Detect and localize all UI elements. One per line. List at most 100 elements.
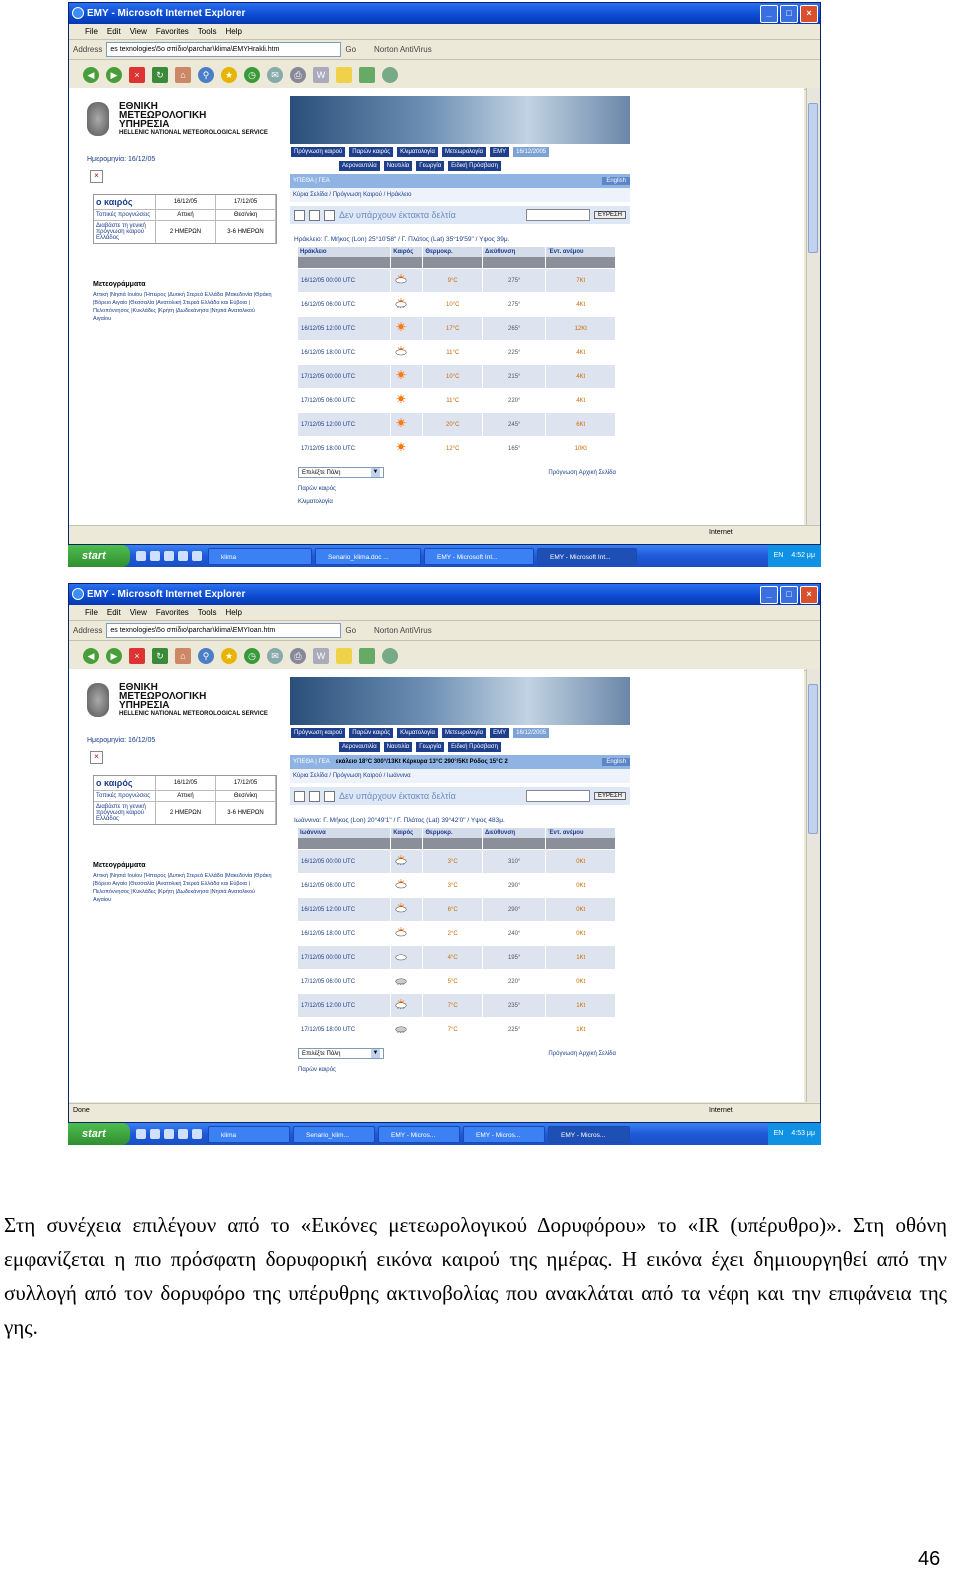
quicklaunch-icon[interactable] <box>192 1129 202 1139</box>
menu-view[interactable]: View <box>130 27 147 36</box>
menu-favorites[interactable]: Favorites <box>156 608 189 617</box>
menu-tools[interactable]: Tools <box>198 608 217 617</box>
scrollbar-thumb[interactable] <box>808 684 818 834</box>
nav-item[interactable]: Ειδική Πρόσβαση <box>447 741 502 753</box>
nav-item[interactable]: Κλιματολογία <box>396 727 439 739</box>
forecast-home-link[interactable]: Πρόγνωση Αρχική Σελίδα <box>548 470 616 476</box>
nav-item[interactable]: Ναυτιλία <box>382 160 414 172</box>
date-tab[interactable]: 16/12/05 <box>156 776 216 790</box>
thessaloniki-link[interactable]: Θεσ/νίκη <box>216 210 276 220</box>
breadcrumb[interactable]: Κύρια Σελίδα / Πρόγνωση Καιρού / Ηράκλει… <box>290 188 630 202</box>
city-select[interactable]: Επιλέξτε Πόλη ▼ <box>298 467 384 478</box>
maximize-button[interactable]: □ <box>780 586 798 604</box>
language-indicator[interactable]: EN <box>774 1123 784 1145</box>
date-tab[interactable]: 17/12/05 <box>216 776 276 790</box>
nav-item[interactable]: ΕΜΥ <box>489 727 511 739</box>
site-search-input[interactable] <box>525 790 590 802</box>
minimize-button[interactable]: _ <box>760 5 778 23</box>
start-button[interactable]: start <box>68 545 130 567</box>
print-icon[interactable]: ⎙ <box>290 66 306 83</box>
back-icon[interactable]: ◀ <box>83 647 99 664</box>
alert-icon[interactable] <box>294 790 305 802</box>
vertical-scrollbar[interactable] <box>806 669 820 1102</box>
forecast-home-link[interactable]: Πρόγνωση Αρχική Σελίδα <box>548 1051 616 1057</box>
menu-tools[interactable]: Tools <box>198 27 217 36</box>
menu-file[interactable]: File <box>85 27 98 36</box>
task-button[interactable]: ΕΜΥ - Micros... <box>548 1125 630 1143</box>
minimize-button[interactable]: _ <box>760 586 778 604</box>
info-icon[interactable] <box>324 209 335 221</box>
climatology-link[interactable]: Κλιματολογία <box>298 496 630 509</box>
history-icon[interactable]: ◷ <box>244 647 260 664</box>
task-button[interactable]: ΕΜΥ - Micros... <box>378 1125 460 1143</box>
nav-item[interactable]: Παρών καιρός <box>348 727 395 739</box>
task-button[interactable]: ΕΜΥ - Micros... <box>463 1125 545 1143</box>
meteograms-links[interactable]: Αττική |Νησιά Ιουίου |Ήπειρος |Δυτική Στ… <box>93 872 273 904</box>
language-indicator[interactable]: EN <box>774 545 784 567</box>
english-link[interactable]: English <box>602 758 630 766</box>
norton-label[interactable]: Norton AntiVirus <box>374 626 432 635</box>
address-input[interactable]: es texnologies\5o σπίδιο\parchar\klima\E… <box>106 42 342 57</box>
attiki-link[interactable]: Αττική <box>156 210 216 220</box>
menu-view[interactable]: View <box>130 608 147 617</box>
quicklaunch-icon[interactable] <box>178 551 188 561</box>
close-box-icon[interactable]: × <box>90 751 103 764</box>
close-button[interactable]: × <box>800 586 818 604</box>
menu-help[interactable]: Help <box>225 27 241 36</box>
ministry-link[interactable]: ΥΠΕΘΑ | ΓΕΑ <box>293 759 330 765</box>
english-link[interactable]: English <box>602 177 630 185</box>
quicklaunch-icon[interactable] <box>150 1129 160 1139</box>
start-button[interactable]: start <box>68 1123 130 1145</box>
search-icon[interactable]: ⚲ <box>198 66 214 83</box>
nav-item[interactable]: Ναυτιλία <box>382 741 414 753</box>
quicklaunch-icon[interactable] <box>164 551 174 561</box>
nav-item[interactable]: Γεωργία <box>415 741 446 753</box>
quicklaunch-icon[interactable] <box>136 551 146 561</box>
refresh-icon[interactable]: ↻ <box>152 66 168 83</box>
vertical-scrollbar[interactable] <box>806 88 820 525</box>
info-icon[interactable] <box>324 790 335 802</box>
breadcrumb[interactable]: Κύρια Σελίδα / Πρόγνωση Καιρού / Ιωάννιν… <box>290 769 630 783</box>
refresh-icon[interactable]: ↻ <box>152 647 168 664</box>
note-icon[interactable] <box>336 66 352 83</box>
menu-edit[interactable]: Edit <box>107 608 121 617</box>
back-icon[interactable]: ◀ <box>83 66 99 83</box>
close-button[interactable]: × <box>800 5 818 23</box>
nav-item[interactable]: Πρόγνωση καιρού <box>290 727 347 739</box>
task-button[interactable]: Senario_klima.doc ... <box>315 547 421 565</box>
address-input[interactable]: es texnologies\5o σπίδιο\parchar\klima\E… <box>106 623 342 638</box>
nav-item[interactable]: Αεροναυτιλία <box>338 160 381 172</box>
site-search-button[interactable]: ΕΥΡΕΣΗ <box>593 792 626 800</box>
nav-item[interactable]: ΕΜΥ <box>489 146 511 158</box>
research-icon[interactable] <box>359 66 375 83</box>
forward-icon[interactable]: ▶ <box>106 647 122 664</box>
two-day-link[interactable]: 2 ΗΜΕΡΩΝ <box>156 221 216 243</box>
print-page-icon[interactable] <box>309 790 320 802</box>
site-search-input[interactable] <box>525 209 590 221</box>
nav-item[interactable]: Αεροναυτιλία <box>338 741 381 753</box>
task-button[interactable]: Senario_klim... <box>293 1125 375 1143</box>
task-button[interactable]: klima <box>208 547 312 565</box>
nav-item[interactable]: Κλιματολογία <box>396 146 439 158</box>
favorites-icon[interactable]: ★ <box>221 66 237 83</box>
menu-file[interactable]: File <box>85 608 98 617</box>
close-box-icon[interactable]: × <box>90 170 103 183</box>
mail-icon[interactable]: ✉ <box>267 66 283 83</box>
nav-item[interactable]: Μετεωρολογία <box>441 727 488 739</box>
stop-icon[interactable]: × <box>129 647 145 664</box>
edit-icon[interactable]: W <box>313 647 329 664</box>
ministry-link[interactable]: ΥΠΕΘΑ | ΓΕΑ <box>293 178 330 184</box>
menu-edit[interactable]: Edit <box>107 27 121 36</box>
scrollbar-thumb[interactable] <box>808 103 818 253</box>
maximize-button[interactable]: □ <box>780 5 798 23</box>
nav-item[interactable]: Παρών καιρός <box>348 146 395 158</box>
go-button[interactable]: Go <box>345 626 356 635</box>
quicklaunch-icon[interactable] <box>150 551 160 561</box>
messenger-icon[interactable] <box>382 647 398 664</box>
home-icon[interactable]: ⌂ <box>175 66 191 83</box>
task-button[interactable]: ΕΜΥ - Microsoft Int... <box>424 547 534 565</box>
city-select[interactable]: Επιλέξτε Πόλη ▼ <box>298 1048 384 1059</box>
search-icon[interactable]: ⚲ <box>198 647 214 664</box>
three-six-day-link[interactable]: 3-6 ΗΜΕΡΩΝ <box>216 802 276 824</box>
quicklaunch-icon[interactable] <box>164 1129 174 1139</box>
